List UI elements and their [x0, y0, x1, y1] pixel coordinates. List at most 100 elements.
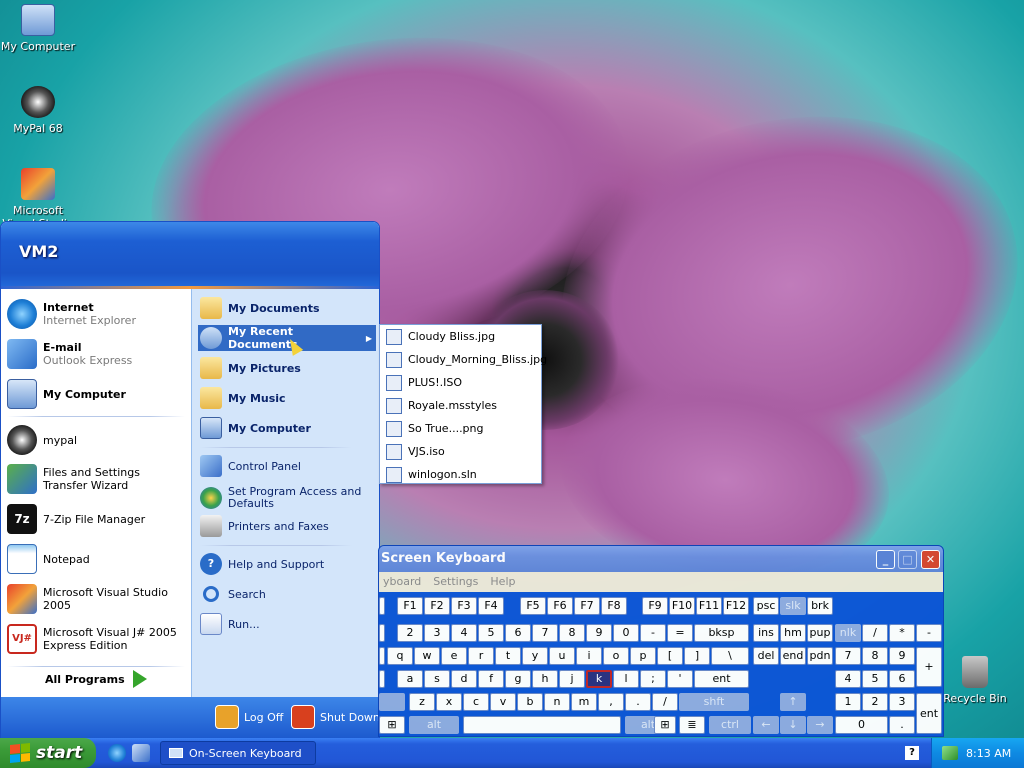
osk-key[interactable]: slk	[780, 597, 806, 615]
osk-key[interactable]: =	[667, 624, 693, 642]
osk-key[interactable]	[379, 647, 385, 665]
osk-key[interactable]: 5	[862, 670, 888, 688]
osk-key[interactable]: 8	[862, 647, 888, 665]
osk-key[interactable]: a	[397, 670, 423, 688]
osk-key[interactable]: psc	[753, 597, 779, 615]
osk-key[interactable]: d	[451, 670, 477, 688]
osk-key[interactable]: 6	[505, 624, 531, 642]
close-button[interactable]: ✕	[921, 550, 940, 569]
osk-key[interactable]: pup	[807, 624, 833, 642]
desktop-icon-recycle-bin[interactable]: Recycle Bin	[937, 656, 1013, 705]
osk-key[interactable]: ⊞	[654, 716, 676, 734]
recent-doc-item[interactable]: winlogon.sln	[380, 463, 541, 486]
osk-key[interactable]: [	[657, 647, 683, 665]
osk-key[interactable]: F3	[451, 597, 477, 615]
network-icon[interactable]	[942, 746, 958, 760]
osk-key[interactable]: '	[667, 670, 693, 688]
osk-key[interactable]: F10	[669, 597, 695, 615]
osk-key[interactable]: ↓	[780, 716, 806, 734]
osk-key[interactable]: F1	[397, 597, 423, 615]
quick-launch-outlook-icon[interactable]	[132, 744, 150, 762]
osk-key[interactable]: alt	[409, 716, 459, 734]
osk-key[interactable]	[379, 670, 385, 688]
menu-keyboard[interactable]: yboard	[383, 575, 421, 589]
osk-key[interactable]: ←	[753, 716, 779, 734]
osk-key[interactable]: s	[424, 670, 450, 688]
recent-program-mypal[interactable]: mypal	[7, 425, 187, 455]
recent-program-notepad[interactable]: Notepad	[7, 544, 187, 574]
recent-doc-item[interactable]: PLUS!.ISO	[380, 371, 541, 394]
taskbar-task-osk[interactable]: On-Screen Keyboard	[160, 741, 316, 765]
right-item-run[interactable]: Run...	[198, 611, 376, 637]
clock[interactable]: 8:13 AM	[966, 747, 1011, 760]
osk-key[interactable]: hm	[780, 624, 806, 642]
osk-key[interactable]: ;	[640, 670, 666, 688]
osk-key[interactable]: F9	[642, 597, 668, 615]
osk-key[interactable]: shft	[679, 693, 749, 711]
osk-key[interactable]: 4	[451, 624, 477, 642]
osk-key[interactable]: ↑	[780, 693, 806, 711]
osk-key[interactable]: F8	[601, 597, 627, 615]
osk-key[interactable]: 9	[889, 647, 915, 665]
osk-key[interactable]: →	[807, 716, 833, 734]
osk-key[interactable]: l	[613, 670, 639, 688]
right-item-control-panel[interactable]: Control Panel	[198, 453, 376, 479]
osk-key[interactable]: -	[640, 624, 666, 642]
osk-key[interactable]: p	[630, 647, 656, 665]
recent-doc-item[interactable]: Cloudy Bliss.jpg	[380, 325, 541, 348]
right-item-help[interactable]: ? Help and Support	[198, 551, 376, 577]
osk-key[interactable]: brk	[807, 597, 833, 615]
osk-key[interactable]: r	[468, 647, 494, 665]
osk-key[interactable]: 9	[586, 624, 612, 642]
menu-help[interactable]: Help	[490, 575, 515, 589]
osk-key[interactable]: ≣	[679, 716, 705, 734]
osk-key[interactable]: F11	[696, 597, 722, 615]
osk-key[interactable]: -	[916, 624, 942, 642]
osk-key[interactable]: m	[571, 693, 597, 711]
right-item-my-pictures[interactable]: My Pictures	[198, 355, 376, 381]
recent-doc-item[interactable]: VJS.iso	[380, 440, 541, 463]
osk-key[interactable]: F7	[574, 597, 600, 615]
pinned-my-computer[interactable]: My Computer	[7, 379, 187, 409]
recent-program-visual-studio[interactable]: Microsoft Visual Studio 2005	[7, 584, 187, 614]
right-item-my-documents[interactable]: My Documents	[198, 295, 376, 321]
osk-key[interactable]: bksp	[694, 624, 749, 642]
osk-key[interactable]: u	[549, 647, 575, 665]
osk-key[interactable]: F6	[547, 597, 573, 615]
osk-key[interactable]: 0	[613, 624, 639, 642]
osk-title-bar[interactable]: Screen Keyboard _ □ ✕	[379, 546, 943, 572]
osk-key[interactable]	[379, 693, 405, 711]
right-item-search[interactable]: Search	[198, 581, 376, 607]
osk-key[interactable]: 2	[862, 693, 888, 711]
minimize-button[interactable]: _	[876, 550, 895, 569]
osk-key[interactable]: i	[576, 647, 602, 665]
osk-key[interactable]: \	[711, 647, 749, 665]
osk-key[interactable]: .	[889, 716, 915, 734]
desktop-icon-my-computer[interactable]: My Computer	[0, 4, 76, 53]
recent-doc-item[interactable]: Cloudy_Morning_Bliss.jpg	[380, 348, 547, 371]
log-off-button[interactable]: Log Off	[215, 705, 283, 729]
osk-key[interactable]: k	[586, 670, 612, 688]
right-item-program-access[interactable]: Set Program Access and Defaults	[198, 483, 376, 513]
osk-key[interactable]: F2	[424, 597, 450, 615]
osk-key[interactable]: f	[478, 670, 504, 688]
osk-key[interactable]: 5	[478, 624, 504, 642]
start-button[interactable]: start	[0, 738, 96, 768]
osk-key[interactable]: ]	[684, 647, 710, 665]
osk-key[interactable]: 3	[889, 693, 915, 711]
osk-key[interactable]: 0	[835, 716, 888, 734]
osk-key[interactable]: ent	[694, 670, 749, 688]
pinned-email[interactable]: E-mail Outlook Express	[7, 339, 187, 369]
osk-key[interactable]: +	[916, 647, 942, 687]
osk-key[interactable]: *	[889, 624, 915, 642]
maximize-button[interactable]: □	[898, 550, 917, 569]
osk-key[interactable]: end	[780, 647, 806, 665]
help-tray-icon[interactable]: ?	[905, 746, 919, 760]
osk-key[interactable]: z	[409, 693, 435, 711]
osk-key[interactable]: 7	[835, 647, 861, 665]
osk-key[interactable]: /	[862, 624, 888, 642]
osk-key[interactable]: h	[532, 670, 558, 688]
osk-key[interactable]: n	[544, 693, 570, 711]
osk-key[interactable]: b	[517, 693, 543, 711]
osk-key[interactable]: 8	[559, 624, 585, 642]
